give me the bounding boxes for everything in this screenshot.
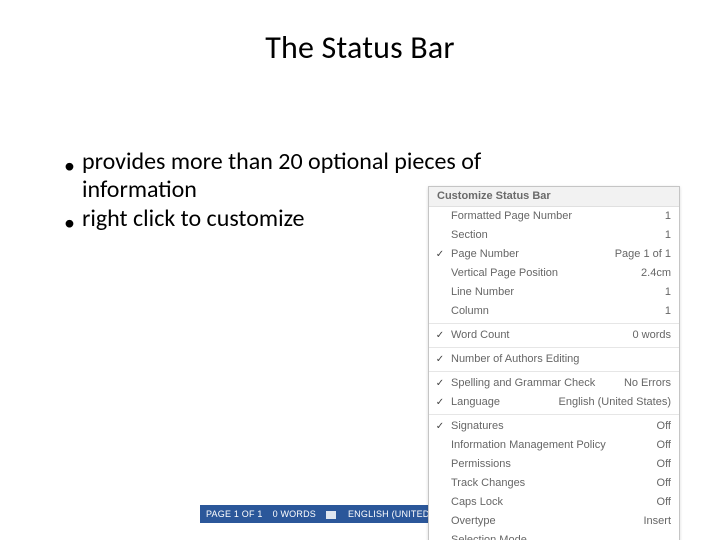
menu-item-label: Caps Lock [447, 497, 651, 508]
menu-item-label: Selection Mode [447, 535, 665, 540]
menu-item-label: Word Count [447, 330, 626, 341]
menu-item-label: Vertical Page Position [447, 268, 635, 279]
bullet-text: provides more than 20 optional pieces of… [82, 148, 484, 203]
menu-item[interactable]: Vertical Page Position2.4cm [429, 264, 679, 283]
menu-item-label: Formatted Page Number [447, 211, 659, 222]
menu-item-value: 2.4cm [635, 268, 671, 279]
menu-item-label: Number of Authors Editing [447, 354, 665, 365]
bullet-dot-icon [64, 148, 82, 180]
menu-item[interactable]: PermissionsOff [429, 455, 679, 474]
menu-separator [429, 414, 679, 415]
menu-item[interactable]: Selection Mode [429, 531, 679, 540]
menu-item[interactable]: ✓Number of Authors Editing [429, 350, 679, 369]
menu-item-value: Off [651, 497, 671, 508]
bullet-item: provides more than 20 optional pieces of… [64, 148, 484, 203]
word-status-bar[interactable]: PAGE 1 OF 1 0 WORDS ENGLISH (UNITED STAT… [200, 505, 430, 523]
menu-item-label: Information Management Policy [447, 440, 651, 451]
menu-item-label: Spelling and Grammar Check [447, 378, 618, 389]
menu-item[interactable]: Column1 [429, 302, 679, 321]
menu-item-value: 1 [659, 306, 671, 317]
menu-item-label: Permissions [447, 459, 651, 470]
status-page[interactable]: PAGE 1 OF 1 [206, 509, 263, 519]
menu-item-label: Column [447, 306, 659, 317]
menu-item-value: Off [651, 478, 671, 489]
menu-item[interactable]: ✓Page NumberPage 1 of 1 [429, 245, 679, 264]
menu-item[interactable]: OvertypeInsert [429, 512, 679, 531]
status-proofing-icon[interactable] [326, 509, 338, 519]
menu-item[interactable]: Section1 [429, 226, 679, 245]
menu-item[interactable]: ✓Word Count0 words [429, 326, 679, 345]
menu-item[interactable]: ✓SignaturesOff [429, 417, 679, 436]
menu-item-label: Section [447, 230, 659, 241]
menu-item[interactable]: ✓LanguageEnglish (United States) [429, 393, 679, 412]
menu-item-label: Language [447, 397, 553, 408]
menu-item-value: 1 [659, 287, 671, 298]
menu-item[interactable]: ✓Spelling and Grammar CheckNo Errors [429, 374, 679, 393]
bullet-text: right click to customize [82, 205, 484, 233]
menu-item-value: 1 [659, 211, 671, 222]
menu-item-label: Page Number [447, 249, 609, 260]
menu-item[interactable]: Track ChangesOff [429, 474, 679, 493]
menu-item-value: 1 [659, 230, 671, 241]
slide-title: The Status Bar [0, 28, 720, 67]
bullet-item: right click to customize [64, 205, 484, 237]
menu-item-value: Insert [637, 516, 671, 527]
menu-item-value: 0 words [626, 330, 671, 341]
menu-item-value: Off [651, 459, 671, 470]
menu-header: Customize Status Bar [429, 187, 679, 207]
checkmark-icon: ✓ [433, 331, 447, 341]
checkmark-icon: ✓ [433, 355, 447, 365]
checkmark-icon: ✓ [433, 398, 447, 408]
menu-item-label: Track Changes [447, 478, 651, 489]
menu-item-label: Signatures [447, 421, 651, 432]
menu-item-value: No Errors [618, 378, 671, 389]
menu-item-value: Off [651, 421, 671, 432]
customize-status-bar-menu[interactable]: Customize Status Bar Formatted Page Numb… [428, 186, 680, 540]
menu-separator [429, 371, 679, 372]
menu-item[interactable]: Caps LockOff [429, 493, 679, 512]
menu-item-label: Overtype [447, 516, 637, 527]
bullet-list: provides more than 20 optional pieces of… [64, 148, 484, 239]
menu-item-value: Off [651, 440, 671, 451]
status-words[interactable]: 0 WORDS [273, 509, 316, 519]
checkmark-icon: ✓ [433, 250, 447, 260]
menu-item-value: Page 1 of 1 [609, 249, 671, 260]
menu-item-value: English (United States) [553, 397, 672, 408]
menu-item[interactable]: Formatted Page Number1 [429, 207, 679, 226]
menu-item-label: Line Number [447, 287, 659, 298]
menu-separator [429, 347, 679, 348]
checkmark-icon: ✓ [433, 379, 447, 389]
menu-item[interactable]: Line Number1 [429, 283, 679, 302]
menu-separator [429, 323, 679, 324]
bullet-dot-icon [64, 205, 82, 237]
menu-item[interactable]: Information Management PolicyOff [429, 436, 679, 455]
checkmark-icon: ✓ [433, 422, 447, 432]
